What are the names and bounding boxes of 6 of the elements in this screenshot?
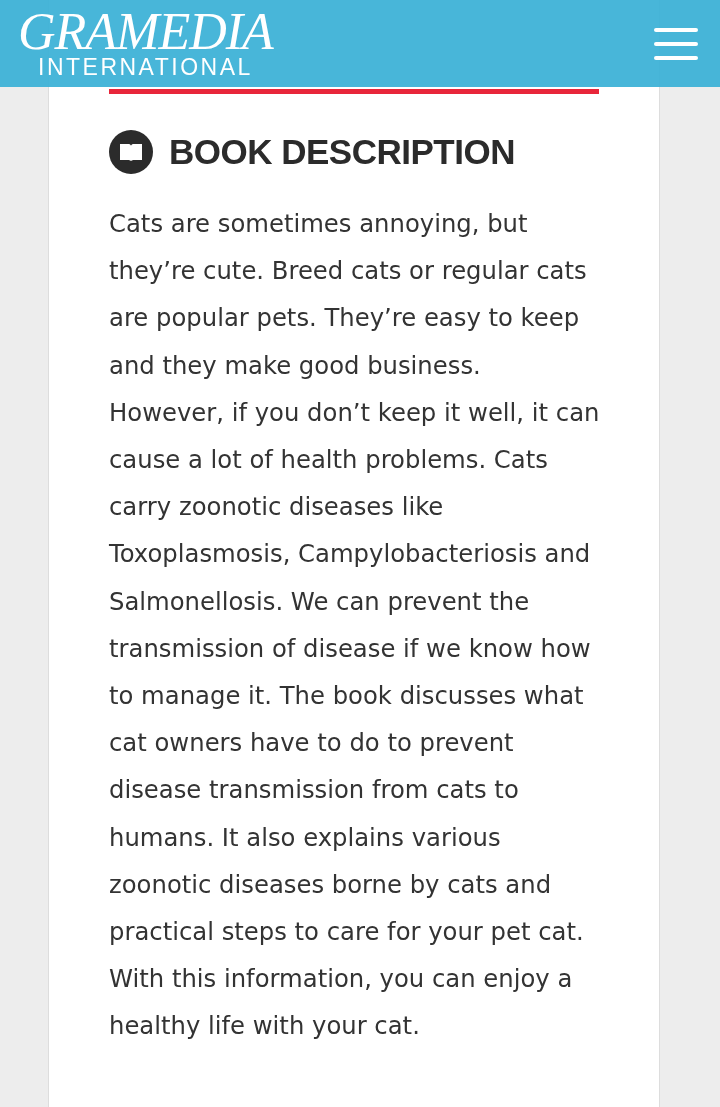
menu-icon[interactable]: [654, 27, 698, 60]
description-text: Cats are sometimes annoying, but they’re cute. Breed cats or regular cats are popular pets. They’re easy to keep and they make good business. However, if you don’t keep it well, it can cause a lot of health problems. Cats carry zoonotic diseases like Toxoplasmosis, Campylobacteriosis and Salmonellosis. We can prevent the transmission of disease if we know how to manage it. The book discusses what cat owners have to do to prevent disease transmission from cats to humans. It also explains various zoonotic diseases borne by cats and practical steps to care for your pet cat. With this information, you can enjoy a healthy life with your cat.: [109, 208, 601, 1043]
logo-title[interactable]: GRAMEDIA: [18, 8, 273, 55]
logo-subtitle[interactable]: INTERNATIONAL: [18, 54, 273, 79]
book-icon: [109, 130, 153, 174]
section-heading: BOOK DESCRIPTION: [169, 132, 515, 172]
